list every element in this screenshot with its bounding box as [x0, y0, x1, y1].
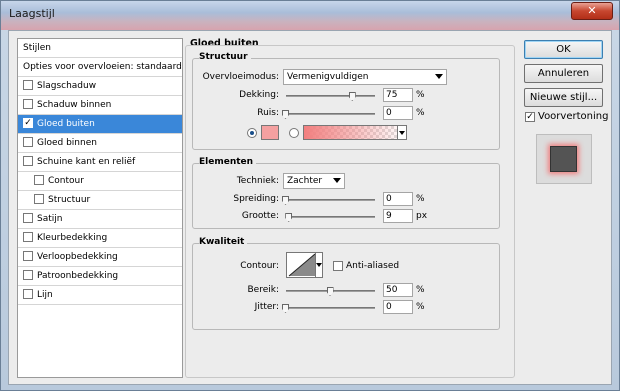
- opacity-unit: %: [416, 90, 425, 100]
- style-item-checkbox[interactable]: [23, 79, 33, 90]
- range-slider[interactable]: [286, 287, 375, 296]
- style-item-checkbox[interactable]: [23, 155, 33, 166]
- style-item-label: Structuur: [48, 195, 91, 205]
- range-input[interactable]: 50: [383, 283, 413, 297]
- style-item-checkbox[interactable]: [23, 250, 33, 261]
- style-item[interactable]: Verloopbedekking: [18, 248, 182, 267]
- solid-color-radio[interactable]: [247, 128, 257, 138]
- style-item-label: Gloed buiten: [37, 119, 95, 129]
- dialog-window: Laagstijl ✕ Stijlen Opties voor overvloe…: [0, 0, 620, 391]
- close-button[interactable]: ✕: [571, 2, 613, 20]
- technique-label: Techniek:: [236, 176, 279, 186]
- gradient-picker[interactable]: [303, 125, 407, 140]
- style-item[interactable]: Patroonbedekking: [18, 267, 182, 286]
- style-item[interactable]: ✓ Gloed buiten: [18, 115, 182, 134]
- style-item[interactable]: Schuine kant en reliëf: [18, 153, 182, 172]
- preview-area: [536, 134, 592, 184]
- style-item-label: Patroonbedekking: [37, 271, 119, 281]
- style-item-checkbox[interactable]: [23, 288, 33, 299]
- technique-value: Zachter: [287, 176, 323, 186]
- opacity-input[interactable]: 75: [383, 88, 413, 102]
- style-item[interactable]: Slagschaduw: [18, 77, 182, 96]
- jitter-slider[interactable]: [282, 304, 375, 313]
- jitter-unit: %: [416, 302, 425, 312]
- ok-button[interactable]: OK: [524, 40, 603, 59]
- style-item-label: Verloopbedekking: [37, 252, 118, 262]
- cancel-button[interactable]: Annuleren: [524, 64, 603, 83]
- range-label: Bereik:: [247, 285, 280, 295]
- style-item-checkbox[interactable]: [23, 212, 33, 223]
- preview-checkbox[interactable]: ✓: [525, 112, 535, 122]
- style-item[interactable]: Schaduw binnen: [18, 96, 182, 115]
- noise-unit: %: [416, 108, 425, 118]
- gradient-radio[interactable]: [289, 128, 299, 138]
- style-item-checkbox[interactable]: [23, 231, 33, 242]
- range-unit: %: [416, 285, 425, 295]
- dialog-body: Stijlen Opties voor overvloeien: standaa…: [8, 30, 612, 385]
- chevron-down-icon: [435, 74, 443, 79]
- size-input[interactable]: 9: [383, 209, 413, 223]
- style-item-label: Schaduw binnen: [37, 100, 112, 110]
- structure-title: Structuur: [199, 52, 251, 62]
- style-item-label: Gloed binnen: [37, 138, 97, 148]
- chevron-down-icon: [399, 131, 405, 135]
- jitter-input[interactable]: 0: [383, 300, 413, 314]
- blending-options-item[interactable]: Opties voor overvloeien: standaard: [18, 58, 182, 77]
- noise-slider[interactable]: [282, 110, 375, 119]
- preview-swatch: [550, 146, 577, 172]
- chevron-down-icon: [316, 263, 322, 267]
- style-item-checkbox[interactable]: [23, 269, 33, 280]
- style-item-checkbox[interactable]: [34, 193, 44, 204]
- contour-picker[interactable]: [286, 252, 323, 278]
- antialias-checkbox[interactable]: [333, 261, 343, 271]
- gradient-dropdown[interactable]: [397, 126, 406, 139]
- style-item[interactable]: Lijn: [18, 286, 182, 305]
- style-item-label: Slagschaduw: [37, 81, 97, 91]
- style-item-label: Satijn: [37, 214, 63, 224]
- window-title: Laagstijl: [9, 7, 55, 20]
- noise-label: Ruis:: [257, 108, 279, 118]
- glow-color-swatch[interactable]: [261, 125, 279, 140]
- style-item-checkbox[interactable]: [23, 98, 33, 109]
- blend-mode-label: Overvloeimodus:: [202, 72, 279, 82]
- style-item[interactable]: Kleurbedekking: [18, 229, 182, 248]
- style-item[interactable]: Structuur: [18, 191, 182, 210]
- style-item-label: Kleurbedekking: [37, 233, 108, 243]
- style-item-checkbox[interactable]: [34, 174, 44, 185]
- technique-select[interactable]: Zachter: [283, 173, 345, 189]
- style-item-label: Lijn: [37, 290, 53, 300]
- contour-label: Contour:: [240, 261, 279, 271]
- spread-input[interactable]: 0: [383, 192, 413, 206]
- styles-header[interactable]: Stijlen: [18, 39, 182, 58]
- noise-input[interactable]: 0: [383, 106, 413, 120]
- spread-unit: %: [416, 194, 425, 204]
- contour-dropdown[interactable]: [315, 253, 322, 277]
- new-style-button[interactable]: Nieuwe stijl...: [524, 88, 603, 107]
- style-item[interactable]: Satijn: [18, 210, 182, 229]
- quality-title: Kwaliteit: [199, 237, 248, 247]
- jitter-label: Jitter:: [254, 302, 279, 312]
- style-item[interactable]: Gloed binnen: [18, 134, 182, 153]
- opacity-label: Dekking:: [239, 90, 279, 100]
- blend-mode-select[interactable]: Vermenigvuldigen: [283, 69, 447, 85]
- style-item-checkbox[interactable]: [23, 136, 33, 147]
- styles-list: Stijlen Opties voor overvloeien: standaa…: [17, 38, 183, 378]
- size-label: Grootte:: [241, 211, 279, 221]
- blend-mode-value: Vermenigvuldigen: [287, 72, 369, 82]
- style-item-checkbox[interactable]: ✓: [23, 117, 33, 128]
- opacity-slider[interactable]: [286, 92, 375, 101]
- spread-label: Spreiding:: [233, 194, 279, 204]
- style-item-label: Contour: [48, 176, 84, 186]
- elements-title: Elementen: [199, 157, 257, 167]
- contour-curve-icon: [288, 253, 316, 277]
- preview-label: Voorvertoning: [538, 111, 609, 122]
- spread-slider[interactable]: [282, 196, 375, 205]
- title-bar[interactable]: Laagstijl ✕: [1, 1, 619, 30]
- size-unit: px: [416, 211, 428, 221]
- style-item[interactable]: Contour: [18, 172, 182, 191]
- antialias-label: Anti-aliased: [346, 261, 400, 271]
- style-item-label: Schuine kant en reliëf: [37, 157, 136, 167]
- size-slider[interactable]: [285, 213, 375, 222]
- chevron-down-icon: [333, 178, 341, 183]
